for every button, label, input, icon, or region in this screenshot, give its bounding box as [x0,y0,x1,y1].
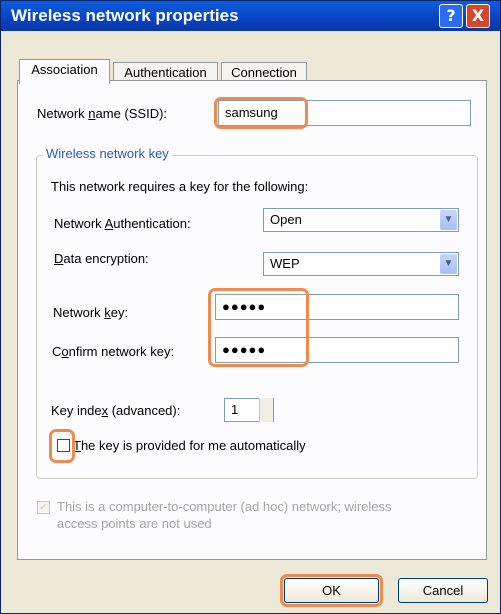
ok-button[interactable]: OK [284,578,379,603]
network-auth-value: Open [270,212,302,227]
cancel-button[interactable]: Cancel [398,578,488,603]
wireless-key-group-label: Wireless network key [43,146,172,161]
close-button[interactable]: X [466,4,490,28]
key-index-spinner[interactable] [259,398,273,422]
requires-key-text: This network requires a key for the foll… [51,179,309,194]
window-title: Wireless network properties [11,6,239,25]
key-index-label: Key index (advanced): [51,403,181,418]
data-encryption-select[interactable]: WEP ▼ [263,252,459,276]
adhoc-checkbox[interactable]: ✓ [37,501,50,514]
ssid-label: Network name (SSID): [37,106,168,121]
data-encryption-value: WEP [270,256,300,271]
dialog-window: Wireless network properties ? X Associat… [0,0,501,614]
key-index-value: 1 [231,402,239,417]
network-auth-label: Network Authentication: [54,216,191,231]
adhoc-label-line1: This is a computer-to-computer (ad hoc) … [57,499,392,514]
ssid-input[interactable]: samsung [218,100,471,126]
auto-key-label: The key is provided for me automatically [73,438,306,453]
tab-association[interactable]: Association [19,59,110,84]
network-auth-select[interactable]: Open ▼ [263,208,459,232]
data-encryption-label: Data encryption: [54,251,149,266]
confirm-key-label: Confirm network key: [52,344,175,359]
adhoc-label-line2: access points are not used [57,516,212,531]
title-bar[interactable]: Wireless network properties ? X [1,1,500,31]
chevron-down-icon[interactable]: ▼ [440,254,457,274]
help-button[interactable]: ? [439,4,463,28]
network-key-label: Network key: [53,305,129,320]
chevron-down-icon[interactable]: ▼ [440,210,457,230]
confirm-key-input[interactable]: ●●●●● [215,337,459,363]
auto-key-checkbox[interactable] [57,439,70,452]
network-key-input[interactable]: ●●●●● [215,294,459,320]
